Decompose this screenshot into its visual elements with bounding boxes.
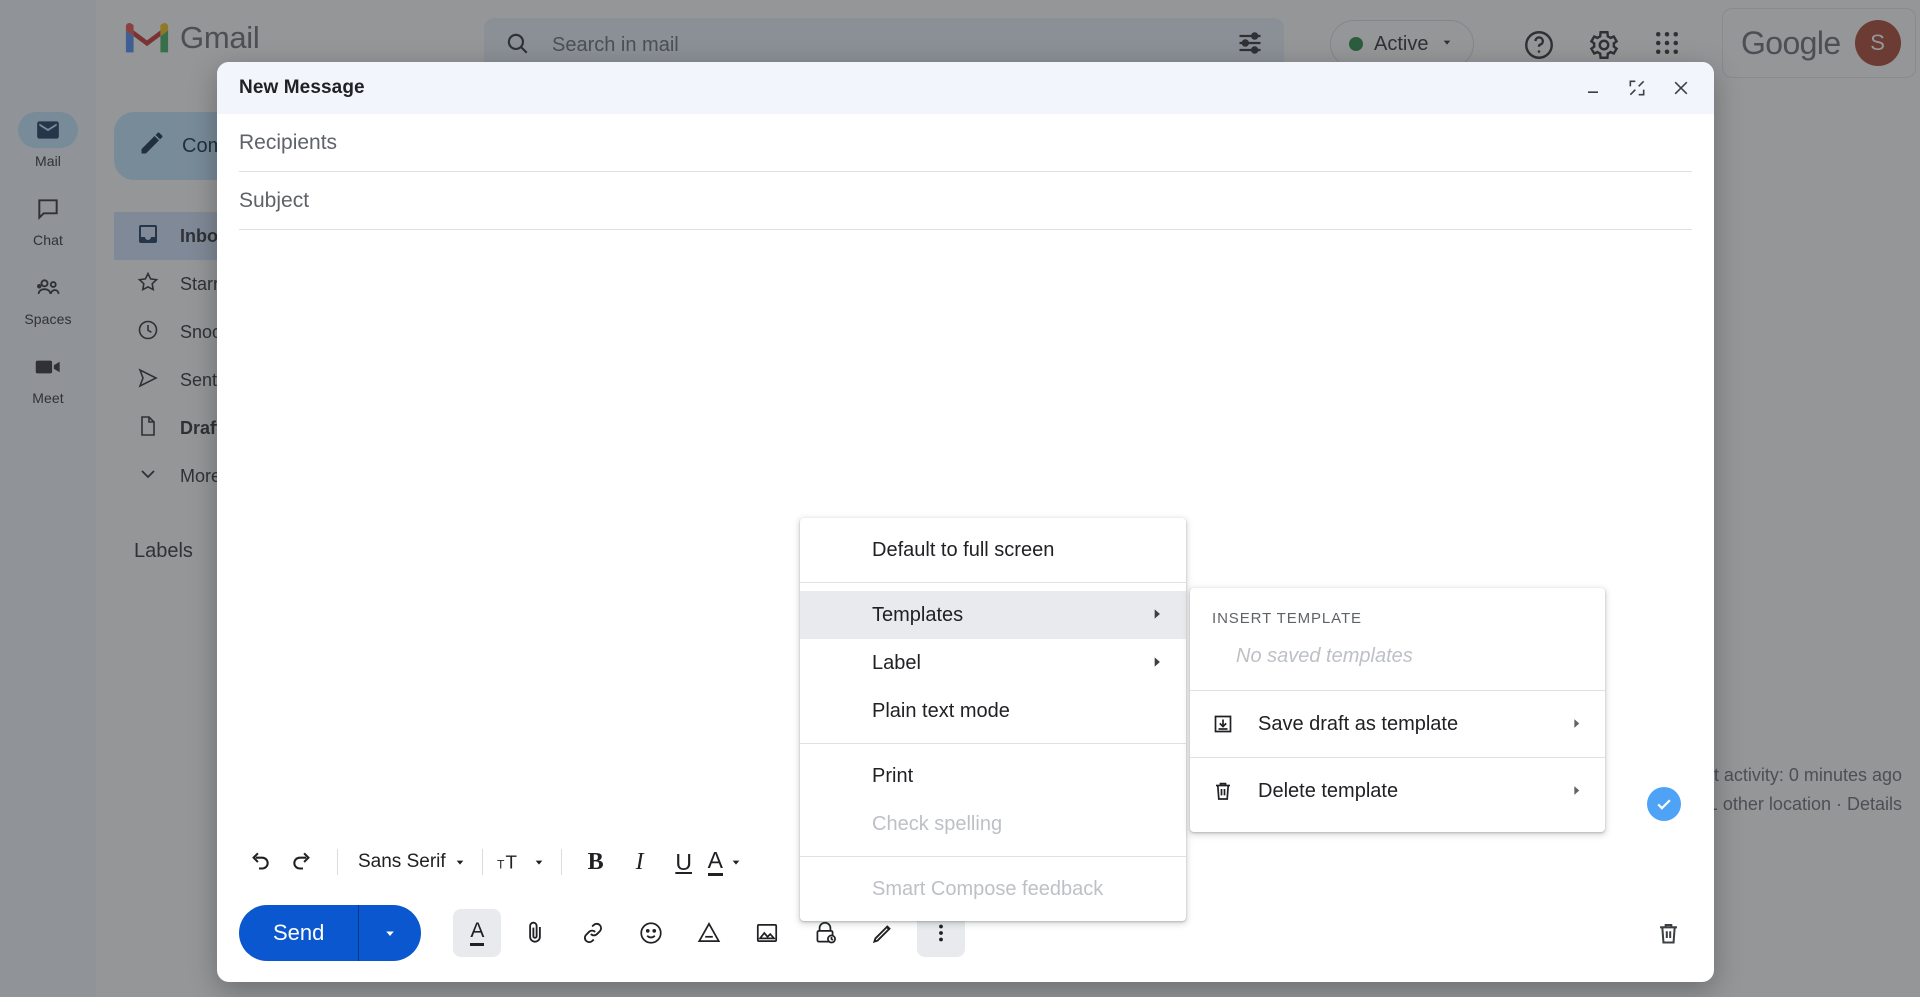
chevron-right-icon [1150,652,1164,675]
chevron-right-icon [1570,713,1583,736]
recipients-placeholder: Recipients [239,130,338,154]
save-download-icon [1210,712,1236,736]
chevron-right-icon [1570,780,1583,803]
menu-item-print[interactable]: Print [800,752,1186,800]
svg-text:T: T [497,858,505,872]
underline-label: U [675,848,692,875]
text-color-button[interactable]: A [707,842,744,882]
menu-item-smart-compose-feedback: Smart Compose feedback [800,865,1186,913]
insert-drive-icon[interactable] [685,909,733,957]
italic-button[interactable]: I [620,842,660,882]
text-color-label: A [707,848,723,876]
italic-label: I [635,848,644,875]
insert-emoji-icon[interactable] [627,909,675,957]
redo-icon[interactable] [283,842,323,882]
insert-template-submenu: INSERT TEMPLATE No saved templates Save … [1190,588,1605,832]
menu-item-label: Print [872,764,914,787]
menu-item-label: Plain text mode [872,699,1010,722]
menu-separator [800,582,1186,583]
underline-button[interactable]: U [664,842,704,882]
subject-placeholder: Subject [239,188,310,212]
insert-link-icon[interactable] [569,909,617,957]
menu-item-label: Label [872,651,921,674]
chevron-right-icon [1150,604,1164,627]
full-screen-icon[interactable] [1626,77,1648,99]
recipients-field[interactable]: Recipients [239,114,1692,172]
menu-item-label: Smart Compose feedback [872,877,1104,900]
send-options-caret-icon[interactable] [359,924,421,942]
svg-text:T: T [505,852,517,873]
menu-item-plain-text-mode[interactable]: Plain text mode [800,687,1186,735]
close-icon[interactable] [1670,77,1692,99]
menu-item-check-spelling: Check spelling [800,800,1186,848]
menu-item-label: Check spelling [872,812,1003,835]
insert-photo-icon[interactable] [743,909,791,957]
menu-separator [800,743,1186,744]
confirmation-check-badge [1647,787,1681,821]
formatting-options-icon[interactable]: A [453,909,502,957]
menu-item-default-to-full-screen[interactable]: Default to full screen [800,526,1186,574]
submenu-heading: INSERT TEMPLATE [1212,610,1362,627]
menu-item-label: Save draft as template [1258,712,1459,735]
compose-header: New Message [217,62,1714,114]
compose-window-controls [1582,77,1692,99]
font-size-selector[interactable]: TT [497,842,547,882]
trash-icon [1210,779,1236,803]
menu-item-delete-template[interactable]: Delete template [1190,758,1605,824]
font-family-label: Sans Serif [358,851,446,872]
toolbar-divider [560,849,562,875]
undo-icon[interactable] [239,842,279,882]
bold-button[interactable]: B [576,842,616,882]
more-options-context-menu: Default to full screen Templates Label P… [800,518,1186,921]
send-button[interactable]: Send [239,905,422,961]
minimize-icon[interactable] [1582,77,1604,99]
attach-file-icon[interactable] [511,909,559,957]
menu-item-label: Default to full screen [872,538,1055,561]
menu-item-templates[interactable]: Templates [800,591,1186,639]
send-button-label: Send [273,920,325,945]
menu-item-label[interactable]: Label [800,639,1186,687]
toolbar-divider [481,849,483,875]
bold-label: B [587,848,604,875]
discard-draft-icon[interactable] [1644,909,1692,957]
menu-separator [800,856,1186,857]
font-family-selector[interactable]: Sans Serif [352,842,468,882]
compose-title: New Message [239,77,365,98]
menu-item-save-draft-as-template[interactable]: Save draft as template [1190,691,1605,757]
subject-field[interactable]: Subject [239,172,1692,230]
menu-item-label: Templates [872,603,964,626]
menu-item-label: Delete template [1258,779,1399,802]
toolbar-divider [337,849,338,875]
submenu-empty-state: No saved templates [1236,645,1413,667]
